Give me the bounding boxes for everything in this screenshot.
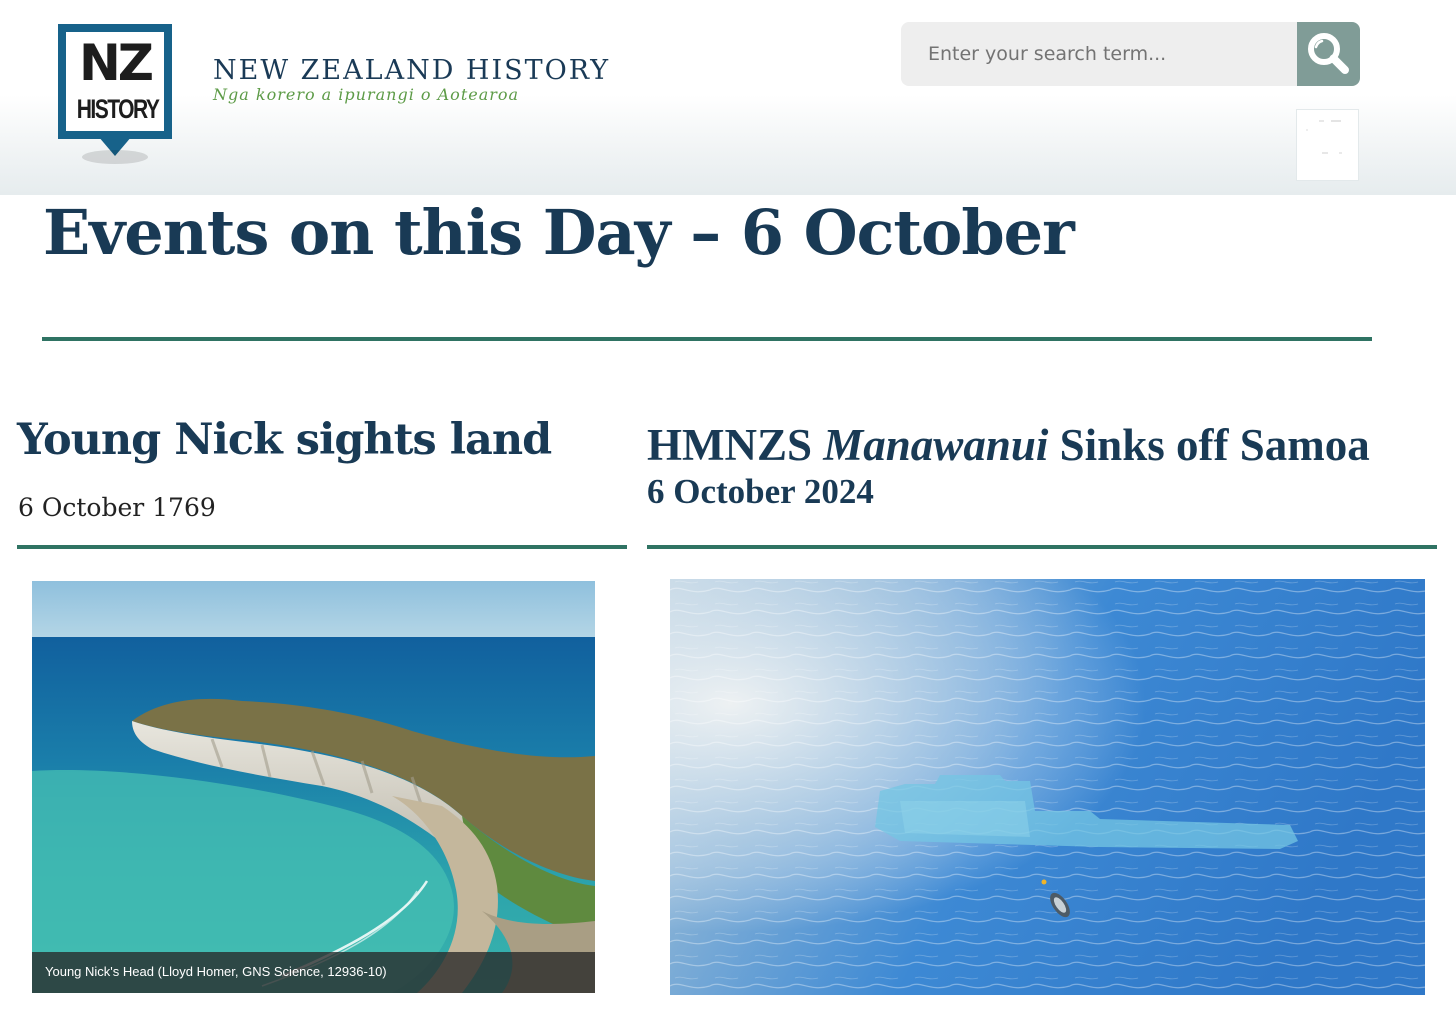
event-image-manawanui-wreck[interactable] [670,579,1425,995]
site-logo[interactable]: NZ HISTORY [58,24,172,139]
search-input[interactable] [901,22,1297,86]
event-title-manawanui[interactable]: HMNZS Manawanui Sinks off Samoa [647,419,1370,471]
search-button[interactable] [1297,22,1360,86]
title-divider [42,337,1372,341]
logo-panel: NZ HISTORY [66,32,164,131]
coastline-photo [32,581,595,993]
event-divider-manawanui [647,545,1437,549]
site-subtitle: Nga korero a ipurangi o Aotearoa [213,85,520,104]
image-caption-bar: Young Nick's Head (Lloyd Homer, GNS Scie… [32,952,595,993]
header-widget[interactable] [1296,109,1359,181]
search-icon [1308,33,1349,74]
event-title-prefix: HMNZS [647,420,824,470]
ocean-aerial-photo [670,579,1425,995]
logo-shadow [82,150,148,164]
event-title-ship-name: Manawanui [823,420,1049,470]
event-divider-young-nick [17,545,627,549]
event-date-manawanui: 6 October 2024 [647,472,874,511]
logo-history-text: HISTORY [76,94,160,124]
event-date-young-nick: 6 October 1769 [18,493,216,522]
event-title-young-nick[interactable]: Young Nick sights land [17,415,552,465]
site-header: NZ HISTORY NEW ZEALAND HISTORY Nga korer… [0,0,1456,195]
logo-nz-text: NZ [78,34,154,92]
site-title[interactable]: NEW ZEALAND HISTORY [213,55,610,86]
page-title: Events on this Day – 6 October [43,196,1075,269]
event-image-young-nicks-head[interactable]: Young Nick's Head (Lloyd Homer, GNS Scie… [32,581,595,993]
image-caption: Young Nick's Head (Lloyd Homer, GNS Scie… [45,964,387,979]
event-title-suffix: Sinks off Samoa [1048,420,1370,470]
widget-thumbnail-icon [1306,120,1342,154]
